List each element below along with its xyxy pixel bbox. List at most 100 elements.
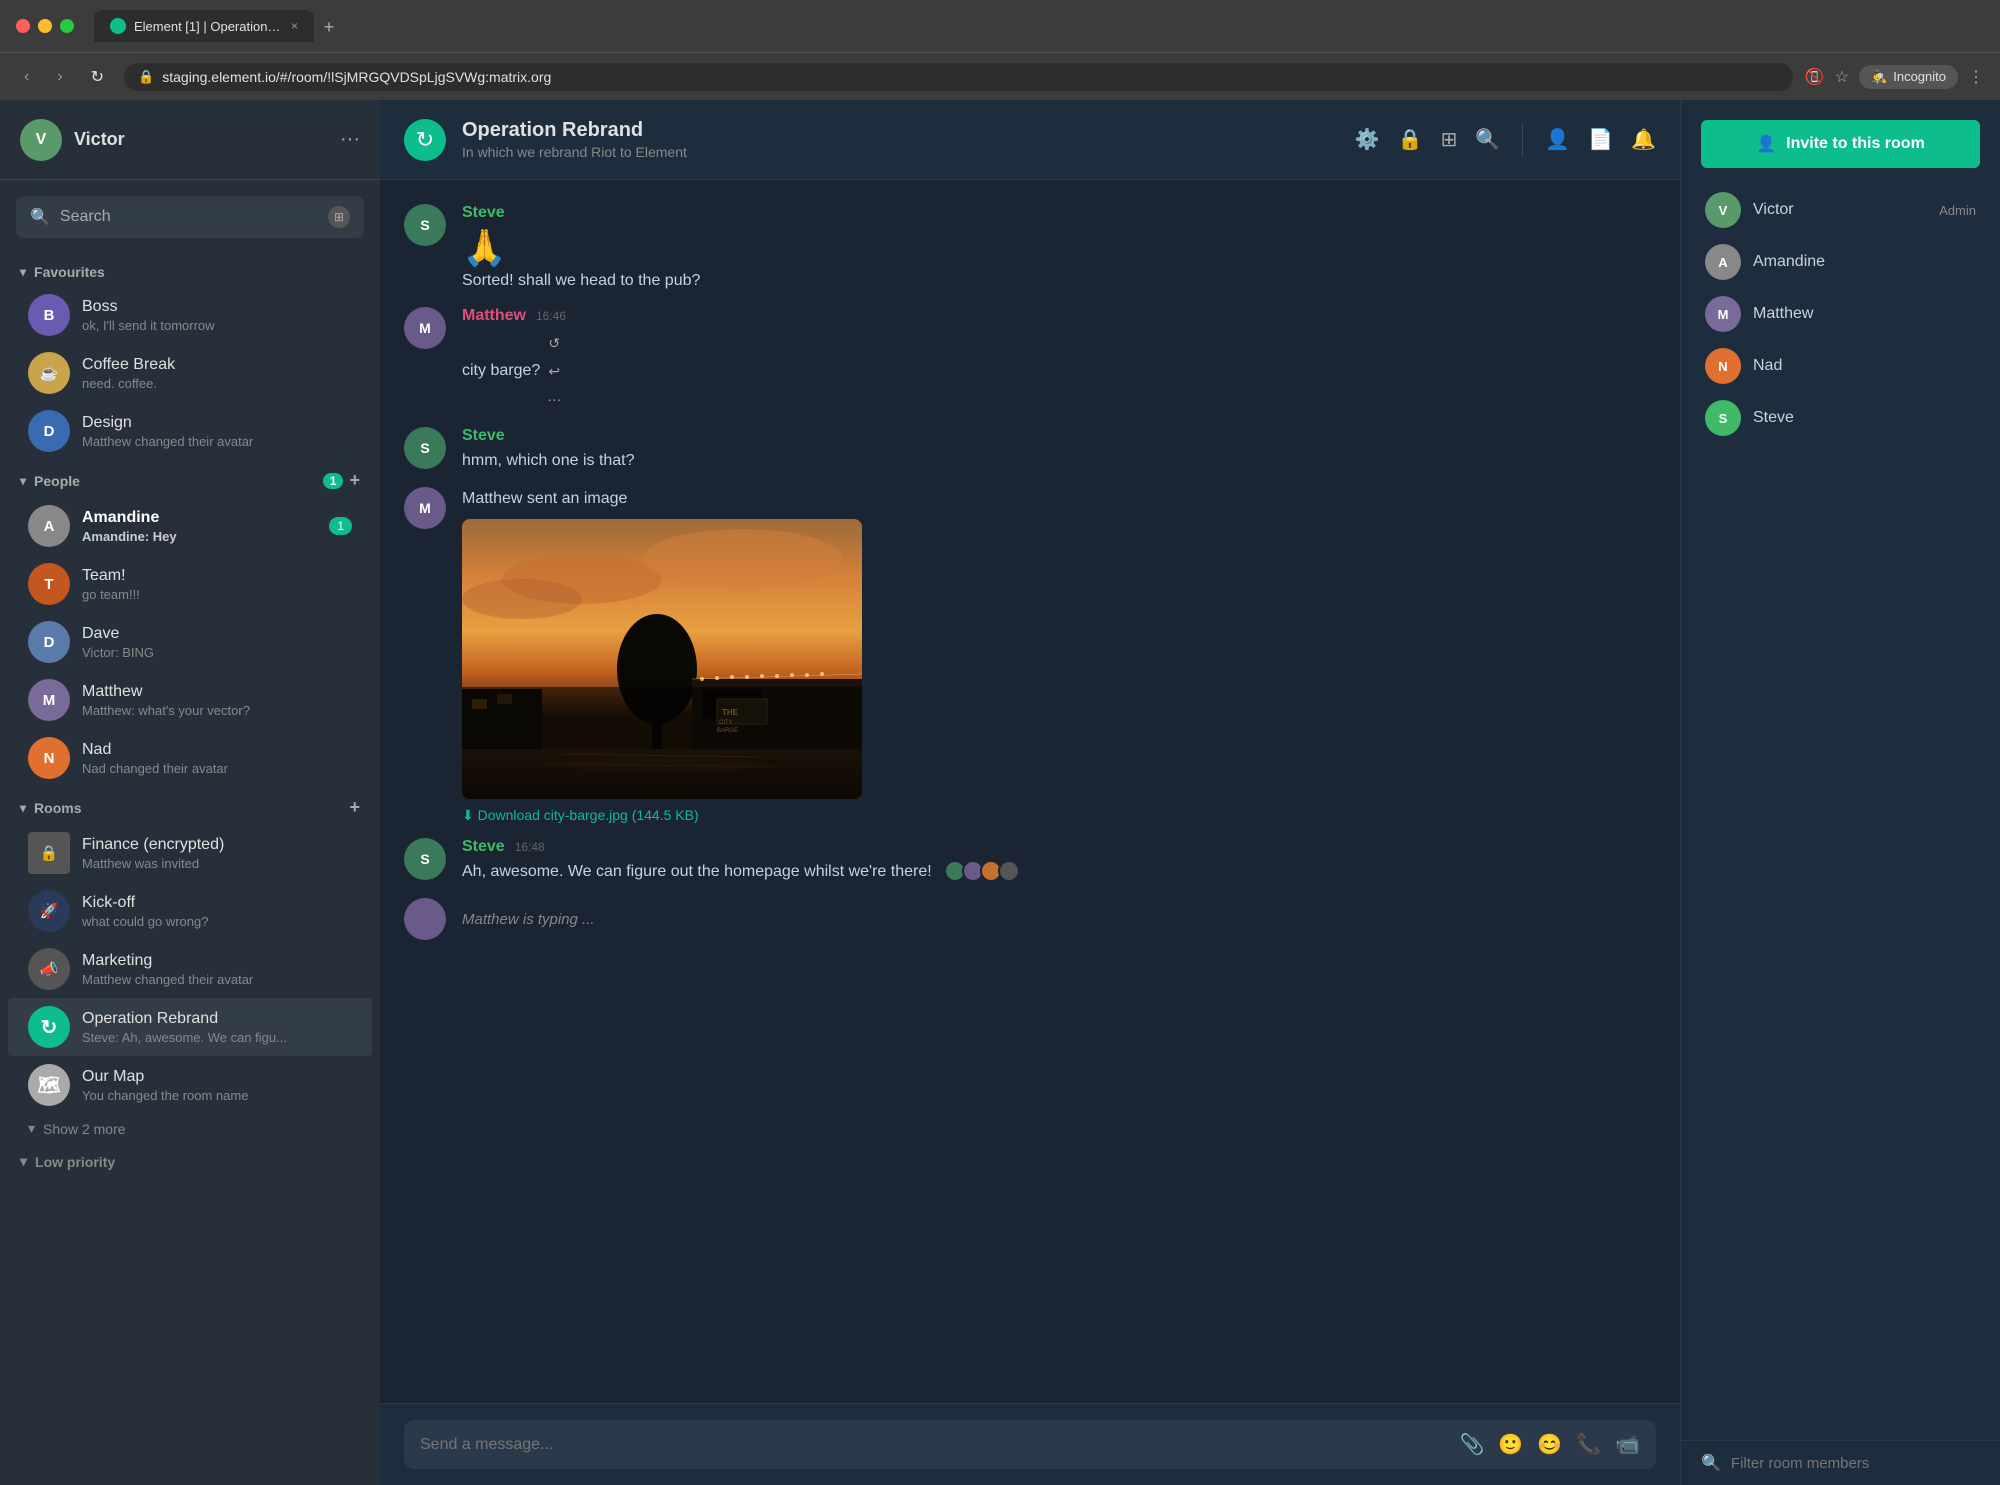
matthew-member-name: Matthew bbox=[1753, 305, 1976, 323]
member-item-matthew[interactable]: M Matthew bbox=[1693, 288, 1988, 340]
svg-text:THE: THE bbox=[722, 708, 739, 717]
filter-members-input[interactable] bbox=[1731, 1455, 1980, 1472]
ourmap-name: Our Map bbox=[82, 1068, 352, 1086]
boss-avatar: B bbox=[28, 294, 70, 336]
back-btn[interactable]: ‹ bbox=[16, 64, 37, 90]
more-options-btn[interactable]: ··· bbox=[540, 385, 568, 413]
oprebrand-avatar: ↻ bbox=[28, 1006, 70, 1048]
sidebar-item-amandine[interactable]: A Amandine Amandine: Hey 1 bbox=[8, 497, 372, 555]
forward-btn[interactable]: › bbox=[49, 64, 70, 90]
sidebar-item-operation-rebrand[interactable]: ↻ Operation Rebrand Steve: Ah, awesome. … bbox=[8, 998, 372, 1056]
search-filter-btn[interactable]: ⊞ bbox=[328, 206, 350, 228]
rooms-chevron: ▾ bbox=[20, 801, 26, 815]
low-priority-label: Low priority bbox=[35, 1154, 115, 1170]
member-item-victor[interactable]: V Victor Admin bbox=[1693, 184, 1988, 236]
notifications-icon[interactable]: 🔔 bbox=[1631, 127, 1656, 152]
sidebar-item-ourmap[interactable]: 🗺 Our Map You changed the room name bbox=[8, 1056, 372, 1114]
browser-toolbar: ‹ › ↻ 🔒 staging.element.io/#/room/!lSjMR… bbox=[0, 52, 2000, 100]
search-header-icon[interactable]: 🔍 bbox=[1475, 127, 1500, 152]
sidebar-item-matthew[interactable]: M Matthew Matthew: what's your vector? bbox=[8, 671, 372, 729]
grid-icon[interactable]: ⊞ bbox=[1441, 127, 1458, 152]
people-chevron: ▾ bbox=[20, 474, 26, 488]
svg-text:BARGE: BARGE bbox=[717, 728, 738, 734]
sidebar-item-coffee-break[interactable]: ☕ Coffee Break need. coffee. bbox=[8, 344, 372, 402]
reply-btn[interactable]: ↩ bbox=[540, 357, 568, 385]
sidebar-item-nad[interactable]: N Nad Nad changed their avatar bbox=[8, 729, 372, 787]
victor-member-avatar: V bbox=[1705, 192, 1741, 228]
chat-header-actions: ⚙️ 🔒 ⊞ 🔍 👤 📄 🔔 bbox=[1355, 124, 1656, 156]
video-icon[interactable]: 📹 bbox=[1615, 1432, 1640, 1457]
dave-name: Dave bbox=[82, 625, 352, 643]
chat-messages[interactable]: S Steve 🙏 Sorted! shall we head to the p… bbox=[380, 180, 1680, 1403]
member-item-amandine[interactable]: A Amandine bbox=[1693, 236, 1988, 288]
lock-header-icon[interactable]: 🔒 bbox=[1398, 127, 1423, 152]
sidebar-item-team[interactable]: T Team! go team!!! bbox=[8, 555, 372, 613]
settings-icon[interactable]: ⚙️ bbox=[1355, 127, 1380, 152]
invite-to-room-btn[interactable]: 👤 Invite to this room bbox=[1701, 120, 1980, 168]
sidebar-item-dave[interactable]: D Dave Victor: BING bbox=[8, 613, 372, 671]
title-bar: Element [1] | Operation Rebran... × + bbox=[0, 0, 2000, 52]
rooms-add-btn[interactable]: + bbox=[349, 797, 360, 818]
react-btn[interactable]: ↺ bbox=[540, 329, 568, 357]
oprebrand-name: Operation Rebrand bbox=[82, 1010, 352, 1028]
people-add-btn[interactable]: + bbox=[349, 470, 360, 491]
nad-name: Nad bbox=[82, 741, 352, 759]
team-name: Team! bbox=[82, 567, 352, 585]
fullscreen-window-btn[interactable] bbox=[60, 19, 74, 33]
sidebar-header: V Victor ··· bbox=[0, 100, 380, 180]
user-avatar[interactable]: V bbox=[20, 119, 62, 161]
steve3-sender[interactable]: Steve bbox=[462, 838, 505, 856]
close-window-btn[interactable] bbox=[16, 19, 30, 33]
matthew1-sender[interactable]: Matthew bbox=[462, 307, 526, 325]
sidebar-item-kickoff[interactable]: 🚀 Kick-off what could go wrong? bbox=[8, 882, 372, 940]
bookmark-icon[interactable]: ☆ bbox=[1835, 67, 1849, 87]
browser-menu-btn[interactable]: ⋮ bbox=[1968, 67, 1984, 87]
design-preview: Matthew changed their avatar bbox=[82, 434, 352, 449]
finance-info: Finance (encrypted) Matthew was invited bbox=[82, 836, 352, 871]
emoji-icon[interactable]: 🙂 bbox=[1498, 1432, 1523, 1457]
city-barge-image[interactable]: THE CITY BARGE bbox=[462, 519, 862, 799]
reload-btn[interactable]: ↻ bbox=[83, 63, 112, 91]
chat-input-area: 📎 🙂 😊 📞 📹 bbox=[380, 1403, 1680, 1485]
sidebar-item-boss[interactable]: B Boss ok, I'll send it tomorrow bbox=[8, 286, 372, 344]
header-divider bbox=[1522, 124, 1523, 156]
steve1-sender[interactable]: Steve bbox=[462, 204, 505, 222]
people-list: A Amandine Amandine: Hey 1 T Team! go te… bbox=[0, 497, 380, 787]
minimize-window-btn[interactable] bbox=[38, 19, 52, 33]
people-section-header[interactable]: ▾ People 1 + bbox=[0, 460, 380, 497]
finance-preview: Matthew was invited bbox=[82, 856, 352, 871]
members-icon[interactable]: 👤 bbox=[1545, 127, 1570, 152]
tab-close-btn[interactable]: × bbox=[291, 19, 298, 33]
filter-bar: 🔍 bbox=[1681, 1440, 2000, 1485]
matthew-member-avatar: M bbox=[1705, 296, 1741, 332]
reaction-avatars bbox=[944, 860, 1020, 882]
sticker-icon[interactable]: 😊 bbox=[1537, 1432, 1562, 1457]
message-input[interactable] bbox=[420, 1436, 1447, 1454]
sidebar-item-marketing[interactable]: 📣 Marketing Matthew changed their avatar bbox=[8, 940, 372, 998]
boss-name: Boss bbox=[82, 298, 352, 316]
browser-tab-active[interactable]: Element [1] | Operation Rebran... × bbox=[94, 10, 314, 42]
favourites-section-header[interactable]: ▾ Favourites bbox=[0, 254, 380, 286]
attachment-icon[interactable]: 📎 bbox=[1459, 1432, 1484, 1457]
show-more-btn[interactable]: ▾ Show 2 more bbox=[8, 1114, 372, 1143]
kickoff-name: Kick-off bbox=[82, 894, 352, 912]
member-item-steve[interactable]: S Steve bbox=[1693, 392, 1988, 444]
rooms-section-header[interactable]: ▾ Rooms + bbox=[0, 787, 380, 824]
sidebar-item-design[interactable]: D Design Matthew changed their avatar bbox=[8, 402, 372, 460]
low-priority-section[interactable]: ▾ Low priority bbox=[0, 1143, 380, 1176]
files-icon[interactable]: 📄 bbox=[1588, 127, 1613, 152]
steve2-sender[interactable]: Steve bbox=[462, 427, 505, 445]
sidebar-item-finance[interactable]: 🔒 Finance (encrypted) Matthew was invite… bbox=[8, 824, 372, 882]
amandine-info: Amandine Amandine: Hey bbox=[82, 509, 317, 544]
new-tab-btn[interactable]: + bbox=[314, 12, 344, 42]
typing-text: Matthew is typing ... bbox=[462, 911, 595, 928]
member-item-nad[interactable]: N Nad bbox=[1693, 340, 1988, 392]
search-bar[interactable]: 🔍 Search ⊞ bbox=[16, 196, 364, 238]
search-label: Search bbox=[60, 208, 111, 226]
address-bar[interactable]: 🔒 staging.element.io/#/room/!lSjMRGQVDSp… bbox=[124, 63, 1793, 91]
browser-tabs: Element [1] | Operation Rebran... × + bbox=[94, 10, 1984, 42]
call-icon[interactable]: 📞 bbox=[1576, 1432, 1601, 1457]
camera-off-icon[interactable]: 📵 bbox=[1805, 67, 1825, 87]
download-link[interactable]: ⬇ Download city-barge.jpg (144.5 KB) bbox=[462, 807, 1656, 824]
sidebar-menu-btn[interactable]: ··· bbox=[340, 128, 360, 151]
